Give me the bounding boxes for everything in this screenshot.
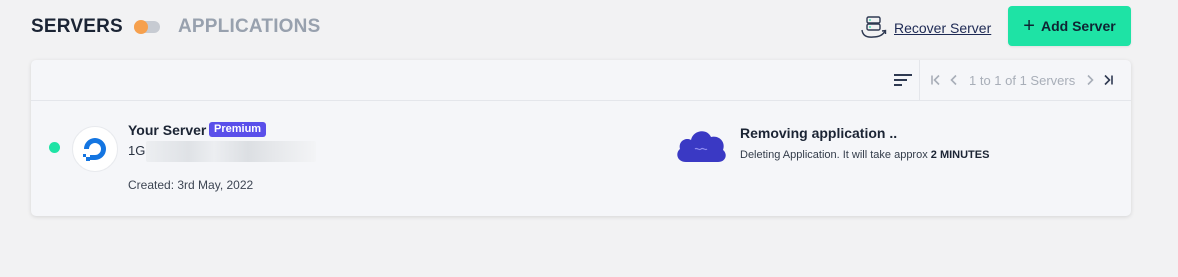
next-page-button[interactable]	[1081, 71, 1099, 89]
first-page-button[interactable]	[927, 71, 945, 89]
status-indicator	[49, 142, 60, 153]
sort-icon[interactable]	[893, 72, 913, 88]
chevron-right-icon	[1087, 74, 1094, 86]
tab-servers[interactable]: SERVERS	[31, 16, 123, 38]
servers-applications-toggle[interactable]	[134, 20, 160, 34]
recover-server-link[interactable]: Recover Server	[860, 16, 991, 40]
server-name[interactable]: Your Server	[128, 122, 206, 138]
top-bar: SERVERS APPLICATIONS Recover Server + Ad…	[0, 0, 1178, 56]
servers-list-card: 1 to 1 of 1 Servers Your Server Premium …	[31, 60, 1131, 216]
task-duration: 2 MINUTES	[930, 149, 990, 161]
created-date: Created: 3rd May, 2022	[128, 178, 254, 192]
provider-logo	[72, 126, 118, 172]
pagination: 1 to 1 of 1 Servers	[927, 71, 1117, 89]
list-toolbar: 1 to 1 of 1 Servers	[31, 60, 1131, 101]
task-description-text: Deleting Application. It will take appro…	[740, 149, 931, 161]
plus-icon: +	[1023, 15, 1035, 37]
server-recover-icon	[861, 16, 887, 38]
task-description: Deleting Application. It will take appro…	[740, 149, 989, 161]
toolbar-divider	[919, 60, 920, 100]
previous-page-button[interactable]	[945, 71, 963, 89]
premium-badge: Premium	[209, 122, 267, 137]
pagination-summary: 1 to 1 of 1 Servers	[969, 72, 1076, 88]
tab-applications[interactable]: APPLICATIONS	[178, 16, 320, 38]
add-server-label: Add Server	[1040, 18, 1116, 34]
last-page-icon	[1104, 74, 1114, 86]
task-title: Removing application ..	[740, 125, 898, 141]
toggle-knob	[134, 20, 148, 34]
chevron-left-icon	[950, 74, 957, 86]
add-server-button[interactable]: + Add Server	[1008, 6, 1131, 46]
last-page-button[interactable]	[1099, 71, 1117, 89]
digitalocean-icon	[83, 138, 106, 161]
redacted-server-ip	[146, 141, 316, 162]
cloud-icon	[677, 131, 726, 162]
recover-server-label: Recover Server	[894, 20, 992, 36]
first-page-icon	[931, 74, 940, 86]
